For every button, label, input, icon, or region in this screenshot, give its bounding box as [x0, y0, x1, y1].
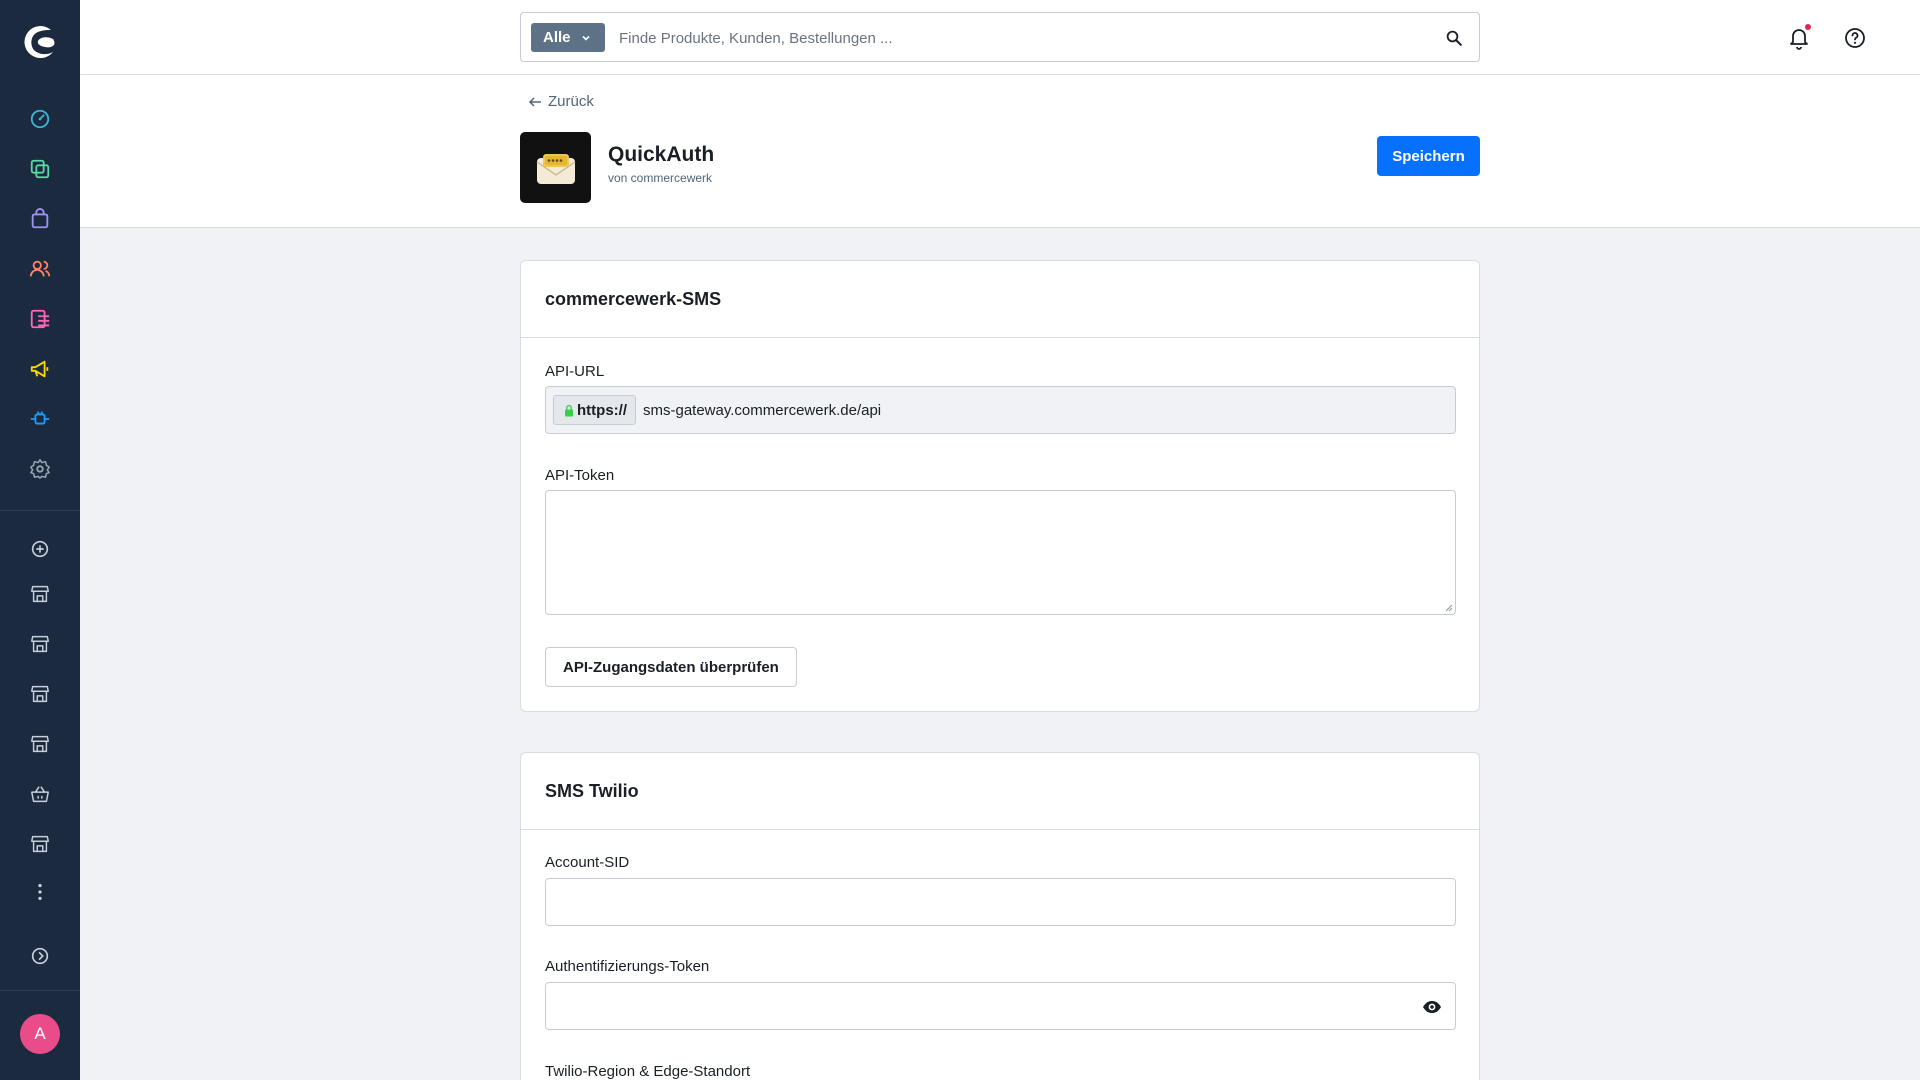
search-icon	[1446, 30, 1462, 46]
notification-badge	[1805, 24, 1811, 30]
storefront-icon	[31, 685, 49, 703]
more-vertical-icon	[38, 883, 42, 901]
sidebar-divider	[0, 510, 80, 511]
save-button[interactable]: Speichern	[1377, 136, 1480, 176]
eye-icon	[1423, 1001, 1441, 1013]
commercewerk-sms-card: commercewerk-SMS API-URL https:// sms-ga…	[520, 260, 1480, 712]
shopware-logo-icon[interactable]	[20, 22, 60, 62]
card-title: commercewerk-SMS	[545, 289, 722, 309]
plug-icon	[30, 411, 50, 425]
nav-dashboard[interactable]	[26, 105, 54, 133]
catalogue-icon	[30, 159, 50, 179]
auth-token-field[interactable]	[545, 982, 1456, 1030]
page-header: Zurück QuickAuth von commercewerk Speich…	[80, 75, 1920, 228]
chevron-down-icon	[581, 35, 590, 41]
back-link[interactable]: Zurück	[528, 93, 594, 110]
question-circle-icon	[1845, 28, 1865, 48]
api-url-label: API-URL	[545, 363, 605, 380]
storefront-icon	[31, 835, 49, 853]
shopping-bag-icon	[31, 208, 49, 229]
search-button[interactable]	[1443, 27, 1465, 49]
notifications-button[interactable]	[1785, 24, 1813, 52]
nav-orders[interactable]	[26, 205, 54, 233]
global-search: Alle	[520, 12, 1480, 62]
back-label: Zurück	[548, 93, 594, 110]
url-prefix-label: https://	[577, 401, 627, 419]
toggle-password-visibility-button[interactable]	[1421, 997, 1443, 1017]
url-prefix: https://	[553, 395, 636, 425]
card-title: SMS Twilio	[545, 781, 639, 801]
arrow-left-icon	[528, 96, 541, 107]
card-divider	[521, 829, 1479, 830]
storefront-icon	[31, 735, 49, 753]
storefront-icon	[31, 635, 49, 653]
card-divider	[521, 337, 1479, 338]
plus-circle-icon	[31, 540, 49, 558]
nav-marketing[interactable]	[26, 355, 54, 383]
top-bar: Alle	[80, 0, 1920, 75]
search-type-label: Alle	[543, 29, 571, 46]
sales-channel-item[interactable]	[26, 780, 54, 808]
auth-token-label: Authentifizierungs-Token	[545, 958, 710, 975]
nav-extensions[interactable]	[26, 405, 54, 433]
sidebar-divider	[0, 990, 80, 991]
sales-channel-item[interactable]	[26, 580, 54, 608]
app-title: QuickAuth	[608, 143, 715, 166]
api-token-label: API-Token	[545, 467, 615, 484]
gauge-icon	[30, 109, 50, 129]
api-url-field[interactable]: https:// sms-gateway.commercewerk.de/api	[545, 386, 1456, 434]
help-button[interactable]	[1841, 24, 1869, 52]
twilio-region-label: Twilio-Region & Edge-Standort	[545, 1063, 751, 1080]
nav-catalogue[interactable]	[26, 155, 54, 183]
storefront-icon	[31, 585, 49, 603]
resize-handle-icon[interactable]	[1444, 603, 1453, 612]
basket-icon	[31, 786, 49, 803]
megaphone-icon	[30, 360, 49, 378]
sales-channel-item[interactable]	[26, 830, 54, 858]
sales-channel-item[interactable]	[26, 730, 54, 758]
account-sid-label: Account-SID	[545, 854, 630, 871]
nav-settings[interactable]	[26, 455, 54, 483]
lock-icon	[565, 404, 573, 416]
users-icon	[29, 260, 51, 277]
sales-channel-item[interactable]	[26, 680, 54, 708]
app-icon	[520, 132, 591, 203]
account-sid-field[interactable]	[545, 878, 1456, 926]
sms-twilio-card: SMS Twilio Account-SID Authentifizierung…	[520, 752, 1480, 1080]
collapse-sidebar-button[interactable]	[26, 942, 54, 970]
nav-customers[interactable]	[26, 255, 54, 283]
gear-icon	[30, 459, 50, 479]
verify-api-credentials-button[interactable]: API-Zugangsdaten überprüfen	[545, 647, 797, 687]
search-input[interactable]	[619, 25, 1419, 51]
avatar[interactable]: A	[20, 1014, 60, 1054]
more-sales-channels-button[interactable]	[26, 878, 54, 906]
content-icon	[30, 309, 50, 329]
sidebar: A	[0, 0, 80, 1080]
add-sales-channel-button[interactable]	[26, 535, 54, 563]
search-type-dropdown[interactable]: Alle	[531, 23, 605, 52]
app-vendor: von commercewerk	[608, 171, 713, 185]
nav-content[interactable]	[26, 305, 54, 333]
sales-channel-item[interactable]	[26, 630, 54, 658]
chevron-circle-right-icon	[31, 947, 49, 965]
api-token-textarea[interactable]	[545, 490, 1456, 615]
api-url-value: sms-gateway.commercewerk.de/api	[643, 402, 882, 419]
